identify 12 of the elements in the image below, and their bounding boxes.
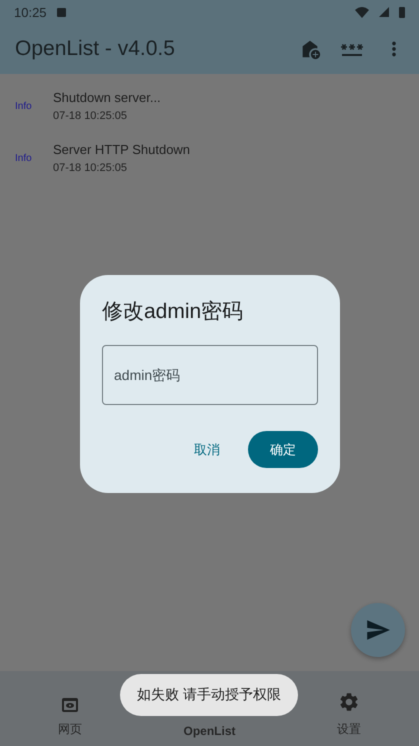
status-time: 10:25	[14, 4, 47, 20]
permission-toast: 如失败 请手动授予权限	[120, 674, 298, 716]
log-level: Info	[15, 100, 33, 112]
log-message: Server HTTP Shutdown	[53, 142, 190, 157]
log-message: Shutdown server...	[53, 90, 161, 105]
log-time: 07-18 10:25:05	[53, 162, 128, 174]
log-level: Info	[15, 152, 33, 164]
nav-label: 网页	[58, 721, 82, 738]
nav-label: 设置	[337, 721, 362, 738]
dialog-title: 修改admin密码	[102, 299, 244, 325]
app-title: OpenList - v4.0.5	[15, 37, 176, 61]
log-time: 07-18 10:25:05	[53, 110, 128, 122]
